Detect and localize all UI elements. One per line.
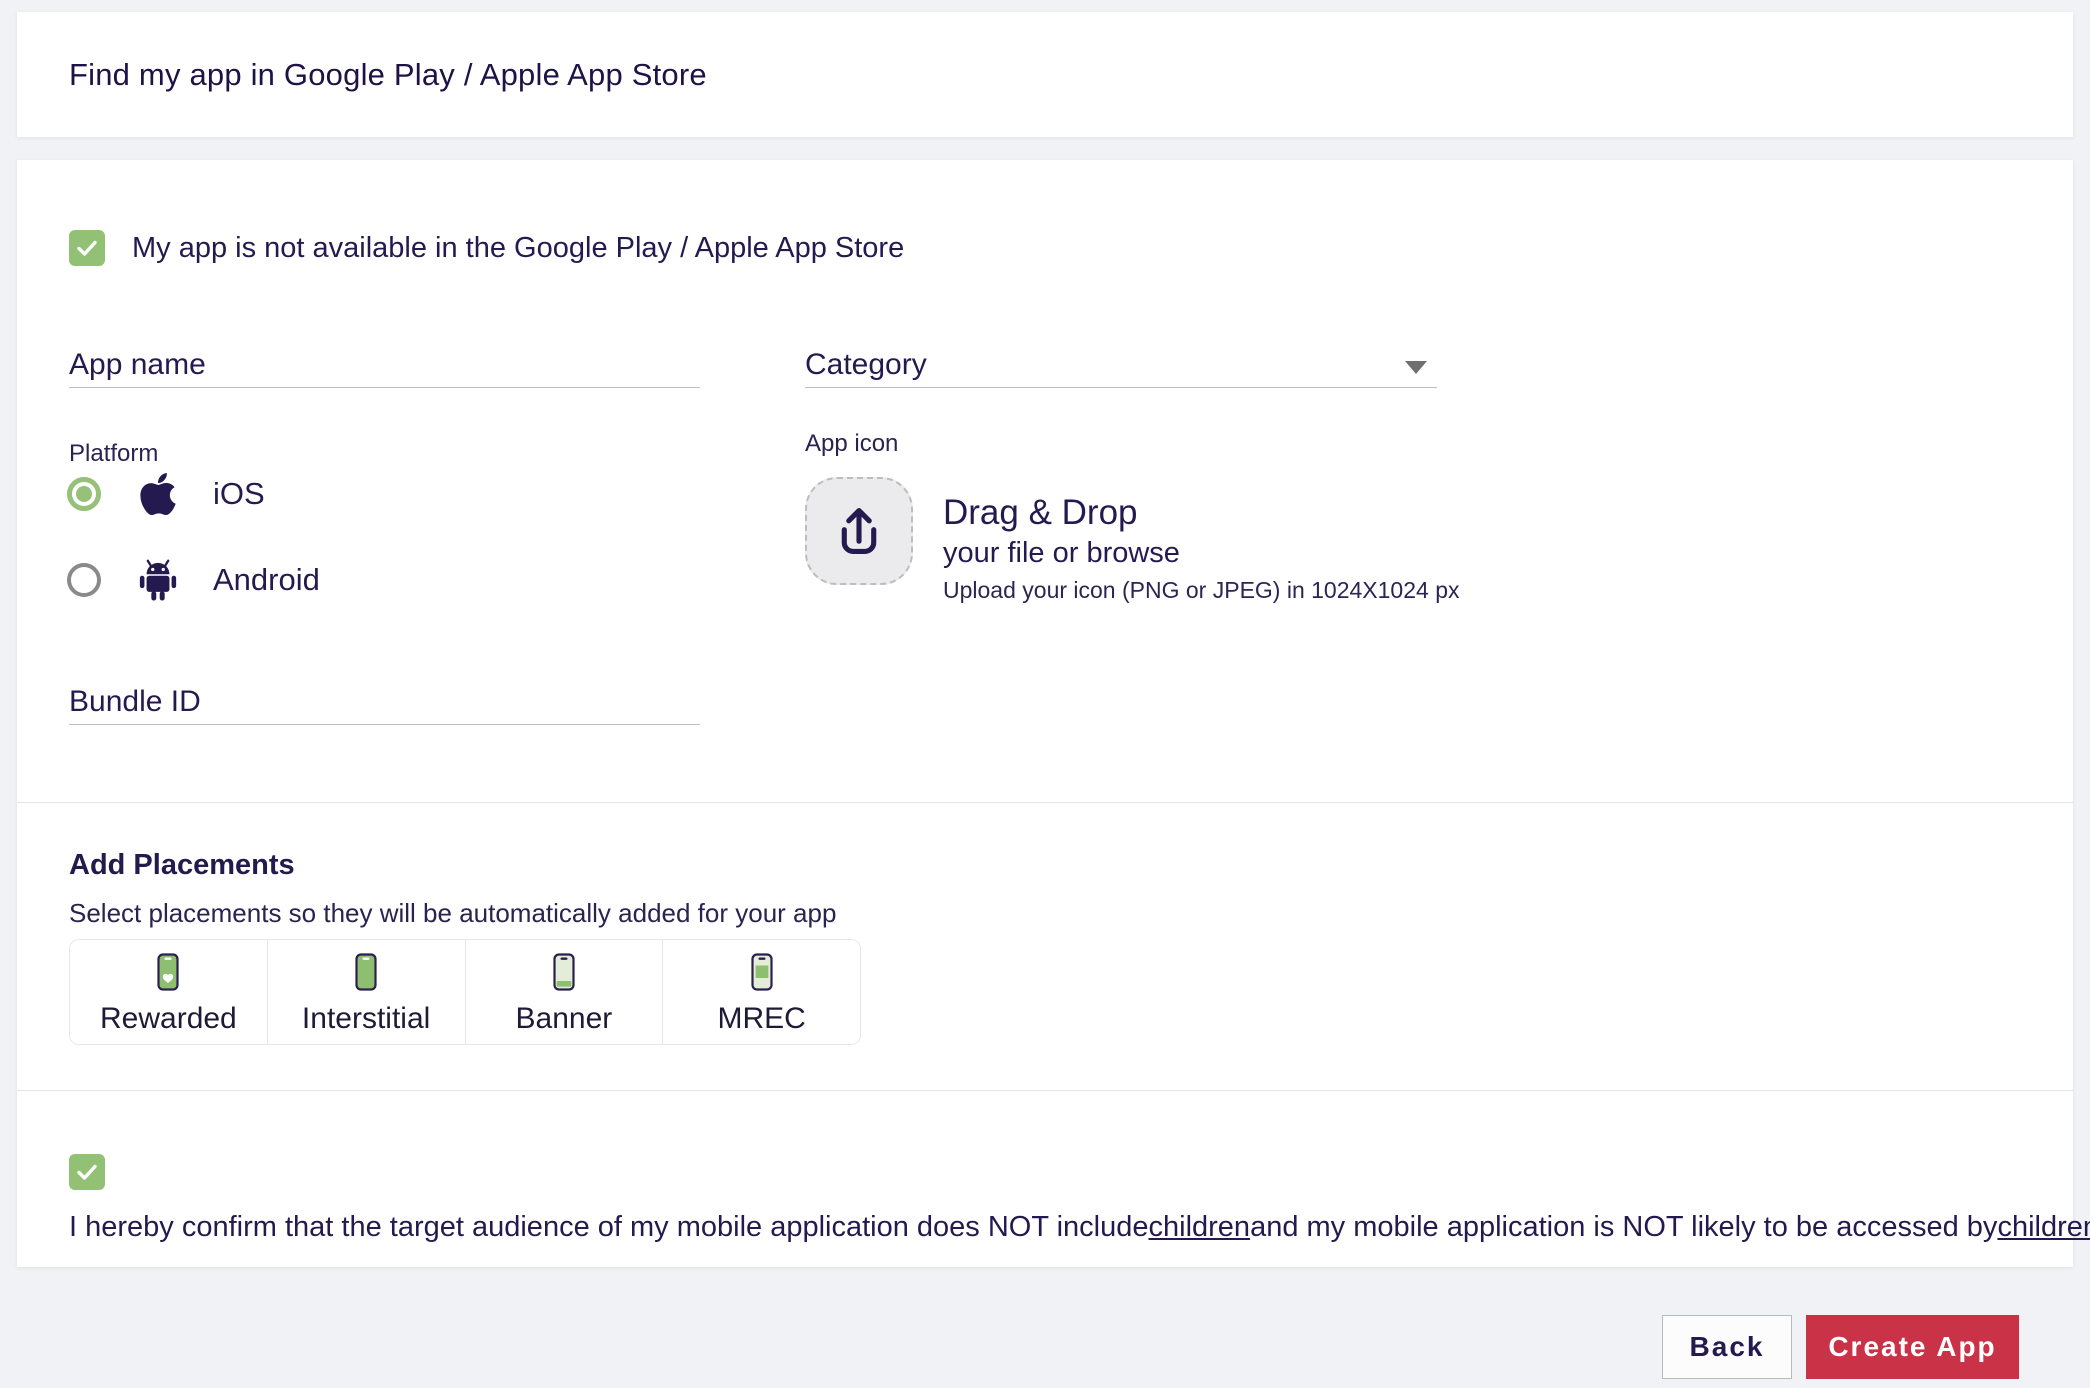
app-name-field[interactable]: [69, 343, 700, 388]
checkmark-icon: [75, 236, 99, 260]
placement-card-rewarded[interactable]: Rewarded: [70, 940, 268, 1044]
placement-card-interstitial[interactable]: Interstitial: [268, 940, 466, 1044]
confirm-text-part1: I hereby confirm that the target audienc…: [69, 1211, 1149, 1244]
android-robot-icon: [135, 557, 181, 603]
placement-label: Interstitial: [302, 1002, 430, 1036]
platform-option-android[interactable]: Android: [67, 556, 320, 604]
store-availability-label: My app is not available in the Google Pl…: [132, 232, 904, 265]
platform-label: Platform: [69, 440, 158, 468]
confirm-section: I hereby confirm that the target audienc…: [17, 1090, 2073, 1267]
apple-logo-icon: [135, 470, 181, 518]
ios-label: iOS: [213, 476, 265, 512]
children-link-1[interactable]: children: [1149, 1211, 1251, 1244]
create-app-card: My app is not available in the Google Pl…: [17, 160, 2073, 1267]
children-link-2[interactable]: children: [1997, 1211, 2090, 1244]
app-form-section: My app is not available in the Google Pl…: [17, 160, 2073, 802]
back-button[interactable]: Back: [1662, 1315, 1792, 1379]
dropzone-text: Drag & Drop your file or browse Upload y…: [943, 477, 1460, 604]
placements-card-group: Rewarded Interstitial Banner: [69, 939, 861, 1045]
phone-banner-icon: [553, 953, 575, 991]
placements-title: Add Placements: [69, 849, 295, 882]
placement-label: Rewarded: [100, 1002, 237, 1036]
upload-tray-arrow-icon: [805, 477, 913, 585]
children-confirm-checkbox[interactable]: [69, 1154, 105, 1190]
children-confirm-text: I hereby confirm that the target audienc…: [69, 1210, 2090, 1244]
store-availability-checkbox[interactable]: [69, 230, 105, 266]
placement-label: MREC: [717, 1002, 805, 1036]
phone-interstitial-icon: [355, 953, 377, 991]
app-name-input[interactable]: [69, 343, 700, 387]
category-placeholder: Category: [805, 343, 1437, 386]
placement-card-banner[interactable]: Banner: [466, 940, 664, 1044]
create-app-button[interactable]: Create App: [1806, 1315, 2019, 1379]
placement-card-mrec[interactable]: MREC: [663, 940, 860, 1044]
app-icon-label: App icon: [805, 430, 898, 458]
page-header: Find my app in Google Play / Apple App S…: [17, 12, 2073, 137]
dropzone-title: Drag & Drop: [943, 493, 1460, 533]
store-availability-row: My app is not available in the Google Pl…: [69, 230, 904, 266]
placements-section: Add Placements Select placements so they…: [17, 802, 2073, 1090]
app-icon-dropzone[interactable]: Drag & Drop your file or browse Upload y…: [805, 477, 1460, 604]
bundle-id-field[interactable]: [69, 680, 700, 725]
phone-rewarded-icon: [157, 953, 179, 991]
android-label: Android: [213, 562, 320, 598]
caret-down-icon: [1405, 361, 1427, 374]
category-select[interactable]: Category: [805, 343, 1437, 388]
bundle-id-input[interactable]: [69, 680, 700, 724]
confirm-text-part2: and my mobile application is NOT likely …: [1250, 1211, 1997, 1244]
android-radio: [67, 563, 101, 597]
dropzone-subtitle: your file or browse: [943, 537, 1460, 570]
phone-mrec-icon: [751, 953, 773, 991]
dropzone-hint: Upload your icon (PNG or JPEG) in 1024X1…: [943, 577, 1460, 604]
placement-label: Banner: [516, 1002, 613, 1036]
ios-radio: [67, 477, 101, 511]
page-title: Find my app in Google Play / Apple App S…: [69, 57, 707, 93]
placements-subtitle: Select placements so they will be automa…: [69, 898, 836, 929]
checkmark-icon: [75, 1160, 99, 1184]
platform-option-ios[interactable]: iOS: [67, 470, 265, 518]
